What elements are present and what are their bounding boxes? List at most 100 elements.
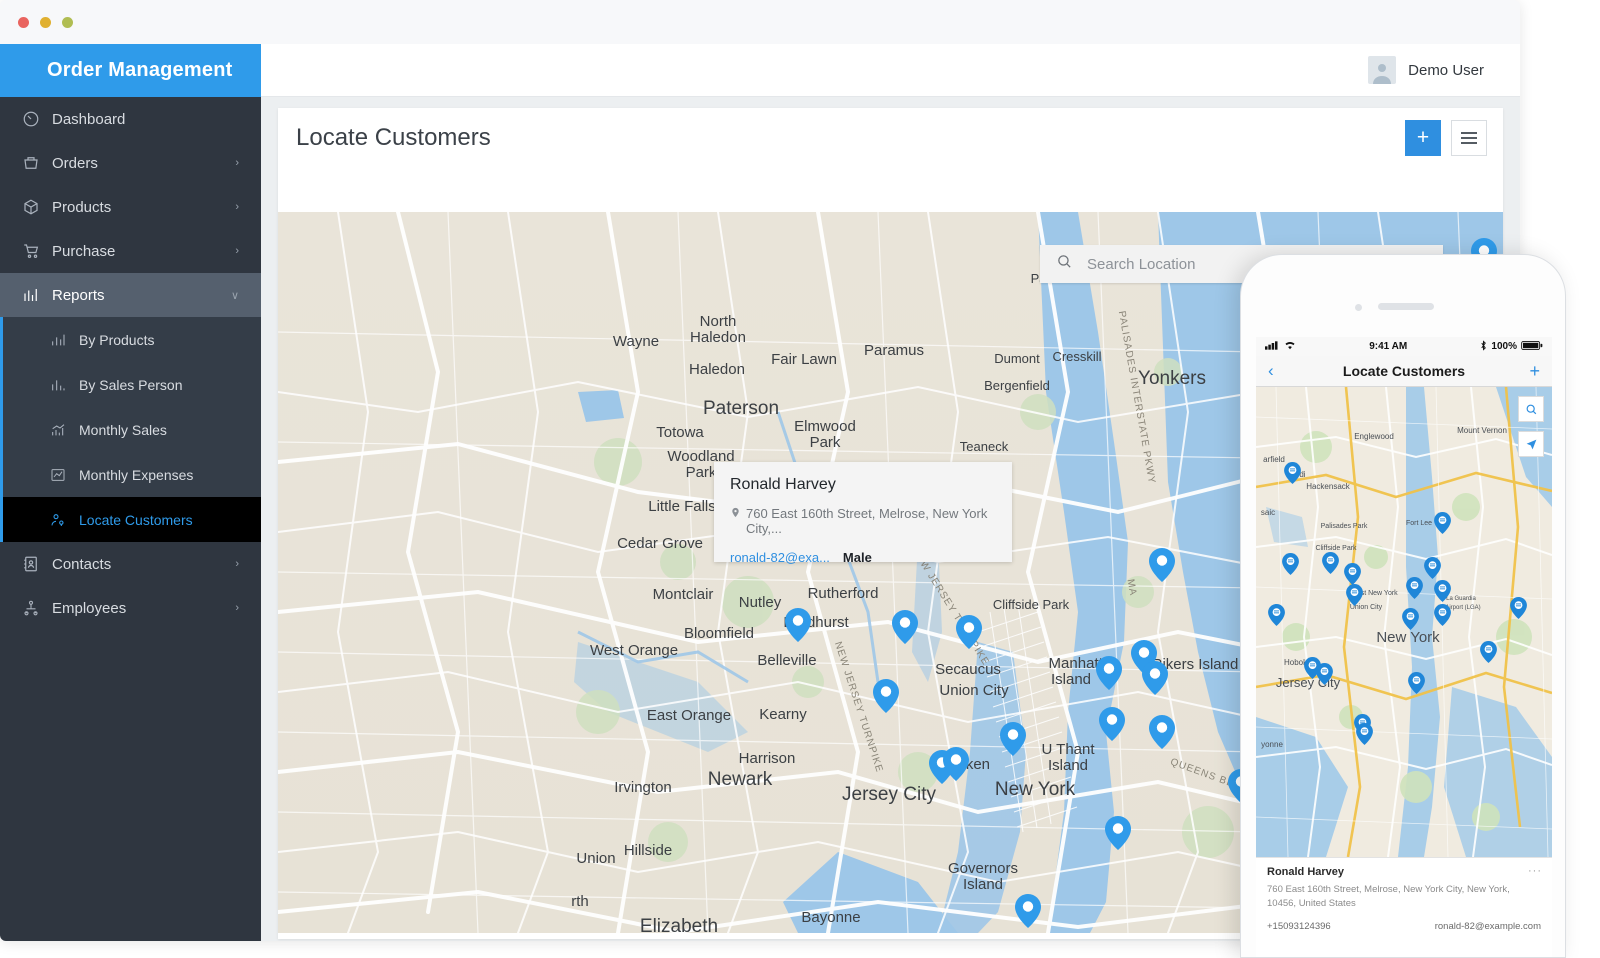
phone-map-place-label: Cliffside Park	[1315, 545, 1357, 552]
map-place-label: Yonkers	[1138, 368, 1206, 389]
phone-map-customer-pin[interactable]	[1316, 663, 1333, 685]
status-right: 100%	[1480, 340, 1543, 354]
phone-map[interactable]: EnglewoodMount VernonarfieldLodiHackensa…	[1256, 387, 1552, 857]
phone-map-customer-pin[interactable]	[1268, 604, 1285, 626]
phone-map-customer-pin[interactable]	[1284, 462, 1301, 484]
back-icon[interactable]: ‹	[1268, 361, 1274, 381]
phone-map-customer-pin[interactable]	[1344, 563, 1361, 585]
menu-button[interactable]	[1451, 120, 1487, 156]
person-pin-icon	[50, 512, 79, 528]
sidebar-item-by-products[interactable]: By Products	[3, 317, 261, 362]
window-maximize-button[interactable]	[62, 17, 73, 28]
sidebar-item-contacts[interactable]: Contacts ›	[0, 542, 261, 586]
map-customer-pin[interactable]	[785, 608, 811, 642]
map-customer-pin[interactable]	[956, 615, 982, 649]
map-place-label: Park	[686, 464, 717, 481]
sidebar-item-employees[interactable]: Employees ›	[0, 586, 261, 630]
map-place-label: Newark	[708, 769, 773, 790]
sidebar-item-by-sales-person[interactable]: By Sales Person	[3, 362, 261, 407]
phone-map-customer-pin[interactable]	[1510, 597, 1527, 619]
map-customer-pin[interactable]	[1105, 816, 1131, 850]
customer-info-popup: Ronald Harvey 760 East 160th Street, Mel…	[714, 462, 1012, 562]
map-place-label: East Orange	[647, 707, 731, 724]
phone-map-search-button[interactable]	[1518, 396, 1544, 422]
map-customer-pin[interactable]	[1015, 894, 1041, 928]
search-input-placeholder[interactable]: Search Location	[1087, 256, 1195, 273]
phone-card-more-icon[interactable]: ···	[1528, 865, 1542, 877]
customer-email[interactable]: ronald-82@exa...	[730, 550, 830, 565]
map-customer-pin[interactable]	[1149, 548, 1175, 582]
map-place-label: Jersey City	[842, 784, 936, 805]
line-chart-icon	[50, 467, 79, 483]
phone-map-customer-pin[interactable]	[1434, 604, 1451, 626]
phone-map-place-label: yonne	[1261, 740, 1283, 749]
add-button[interactable]: +	[1405, 120, 1441, 156]
sidebar-item-reports[interactable]: Reports ∨	[0, 273, 261, 317]
reports-submenu: By Products By Sales Person	[0, 317, 261, 542]
phone-map-customer-pin[interactable]	[1356, 723, 1373, 745]
map-customer-pin[interactable]	[1142, 661, 1168, 695]
map-customer-pin[interactable]	[1149, 715, 1175, 749]
phone-customer-card: ··· Ronald Harvey 760 East 160th Street,…	[1256, 857, 1552, 958]
bar-chart-icon	[50, 377, 79, 393]
phone-status-bar: 9:41 AM 100%	[1256, 337, 1552, 356]
phone-add-button[interactable]: +	[1529, 361, 1540, 382]
avatar	[1368, 56, 1396, 84]
phone-clock: 9:41 AM	[1369, 341, 1407, 352]
phone-customer-contact-row: +15093124396 ronald-82@example.com	[1267, 921, 1541, 932]
map-place-label: Cresskill	[1052, 349, 1101, 364]
sidebar-item-monthly-sales[interactable]: Monthly Sales	[3, 407, 261, 452]
phone-speaker	[1378, 303, 1434, 310]
sidebar-item-orders[interactable]: Orders ›	[0, 141, 261, 185]
search-icon	[1056, 253, 1073, 275]
battery-percent: 100%	[1491, 341, 1517, 352]
map-place-label: Montclair	[653, 586, 714, 603]
map-place-label: Island	[1051, 671, 1091, 688]
map-customer-pin[interactable]	[1099, 707, 1125, 741]
bluetooth-icon	[1480, 340, 1487, 354]
phone-map-customer-pin[interactable]	[1434, 580, 1451, 602]
phone-customer-email[interactable]: ronald-82@example.com	[1435, 921, 1541, 932]
map-customer-pin[interactable]	[943, 747, 969, 781]
sidebar-item-products[interactable]: Products ›	[0, 185, 261, 229]
sidebar-item-monthly-expenses[interactable]: Monthly Expenses	[3, 452, 261, 497]
map-place-label: Union	[576, 850, 615, 867]
phone-map-customer-pin[interactable]	[1434, 512, 1451, 534]
map-customer-pin[interactable]	[1096, 656, 1122, 690]
phone-map-customer-pin[interactable]	[1424, 557, 1441, 579]
sidebar-item-purchase[interactable]: Purchase ›	[0, 229, 261, 273]
hamburger-icon	[1461, 129, 1477, 147]
sidebar-item-label: Employees	[52, 600, 235, 617]
sidebar-item-label: Orders	[52, 155, 235, 172]
sidebar: Order Management Dashboard Orders ›	[0, 44, 261, 941]
map-place-label: New York	[995, 779, 1076, 800]
map-place-label: Haledon	[689, 361, 745, 378]
user-menu[interactable]: Demo User	[1368, 56, 1484, 84]
dashboard-icon	[22, 110, 52, 128]
phone-map-place-label: Hackensack	[1306, 482, 1351, 491]
phone-map-customer-pin[interactable]	[1406, 577, 1423, 599]
phone-customer-address: 760 East 160th Street, Melrose, New York…	[1267, 883, 1541, 911]
phone-screen: 9:41 AM 100%	[1256, 337, 1552, 958]
map-customer-pin[interactable]	[892, 610, 918, 644]
phone-map-customer-pin[interactable]	[1480, 641, 1497, 663]
map-place-label: Bayonne	[801, 909, 860, 926]
employees-icon	[22, 599, 52, 617]
phone-map-customer-pin[interactable]	[1346, 584, 1363, 606]
phone-map-place-label: Fort Lee	[1406, 520, 1432, 527]
window-minimize-button[interactable]	[40, 17, 51, 28]
orders-icon	[22, 154, 52, 172]
window-close-button[interactable]	[18, 17, 29, 28]
sidebar-item-label: Dashboard	[52, 111, 261, 128]
phone-map-locate-button[interactable]	[1518, 431, 1544, 457]
sidebar-item-dashboard[interactable]: Dashboard	[0, 97, 261, 141]
phone-map-customer-pin[interactable]	[1282, 553, 1299, 575]
phone-map-customer-pin[interactable]	[1322, 552, 1339, 574]
map-customer-pin[interactable]	[1000, 722, 1026, 756]
phone-map-customer-pin[interactable]	[1408, 672, 1425, 694]
map-customer-pin[interactable]	[873, 679, 899, 713]
phone-customer-phone[interactable]: +15093124396	[1267, 921, 1331, 932]
sidebar-item-locate-customers[interactable]: Locate Customers	[3, 497, 261, 542]
phone-map-customer-pin[interactable]	[1402, 608, 1419, 630]
map-place-label: Kearny	[759, 706, 807, 723]
